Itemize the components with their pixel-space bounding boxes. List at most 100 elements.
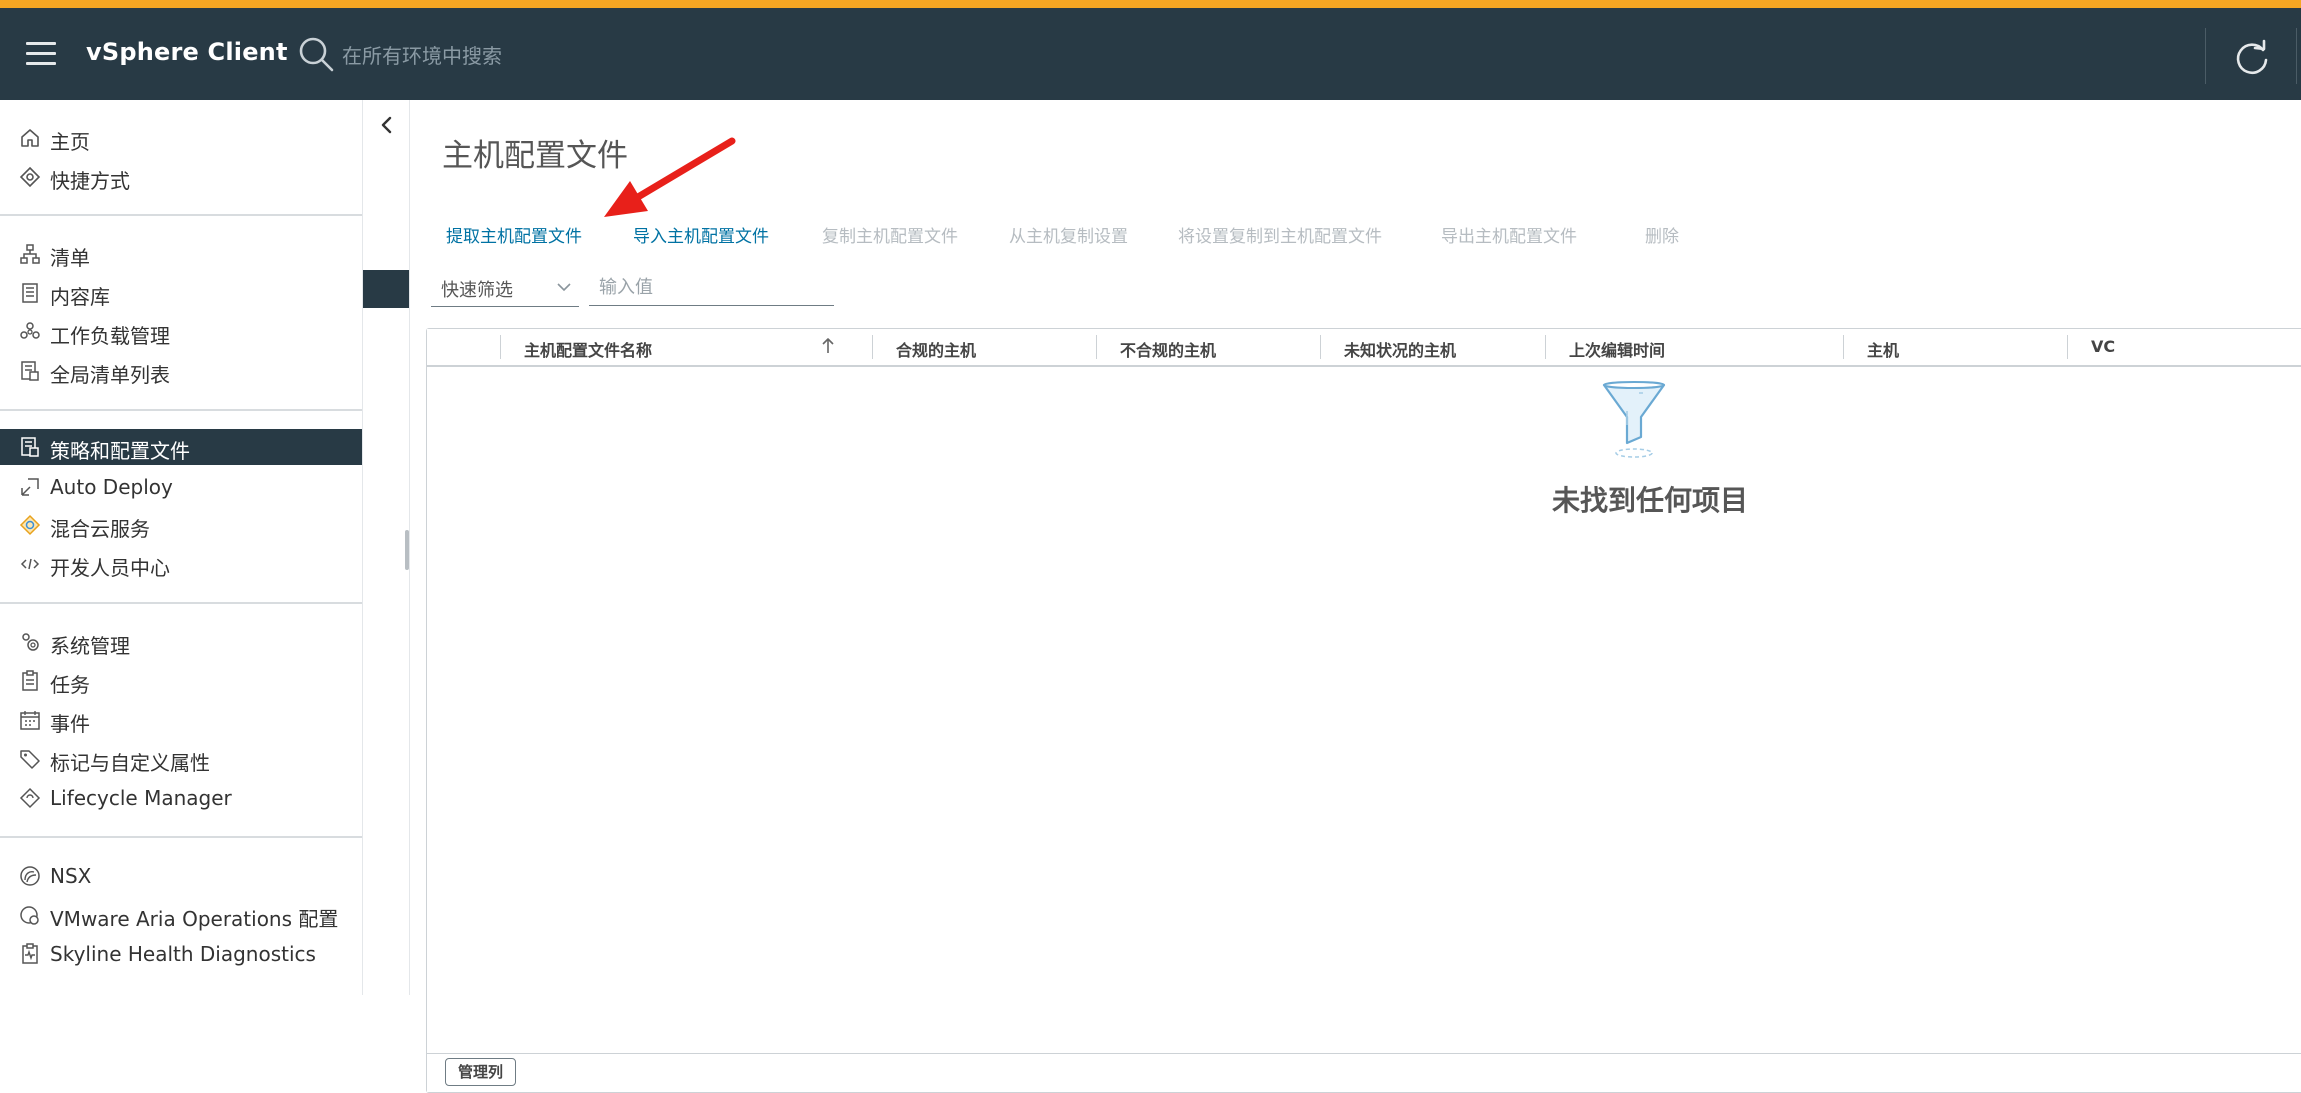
delete-button[interactable]: 删除 [1645, 222, 1679, 247]
column-label: 主机 [1867, 341, 1900, 360]
import-host-profile-button[interactable]: 导入主机配置文件 [633, 222, 769, 247]
inventory-icon [20, 244, 40, 264]
chevron-down-icon [557, 283, 571, 292]
sidebar-item-tags[interactable]: 标记与自定义属性 [0, 741, 362, 777]
tasks-icon [22, 670, 38, 691]
sidebar-item-tasks[interactable]: 任务 [0, 663, 362, 699]
lifecycle-icon [19, 787, 41, 809]
sidebar-item-auto-deploy[interactable]: Auto Deploy [0, 469, 362, 505]
sidebar-item-workload-management[interactable]: 工作负载管理 [0, 314, 362, 350]
column-label: VC [2091, 337, 2116, 356]
column-label: 上次编辑时间 [1569, 341, 1666, 360]
main-content: 主机配置文件 提取主机配置文件 导入主机配置文件 复制主机配置文件 从主机复制设… [409, 100, 2301, 1093]
sidebar-item-label: 策略和配置文件 [50, 439, 190, 463]
home-icon [21, 129, 39, 147]
sidebar-item-label: 清单 [50, 246, 90, 270]
copy-settings-to-profile-button[interactable]: 将设置复制到主机配置文件 [1178, 222, 1382, 247]
sidebar-item-administration[interactable]: 系统管理 [0, 624, 362, 660]
skyline-icon [22, 943, 38, 964]
sidebar-item-events[interactable]: 事件 [0, 702, 362, 738]
duplicate-host-profile-button[interactable]: 复制主机配置文件 [822, 222, 958, 247]
column-separator [1545, 335, 1546, 359]
sidebar-item-content-library[interactable]: 内容库 [0, 275, 362, 311]
sidebar-item-label: 系统管理 [50, 634, 130, 658]
sidebar-collapse-rail [362, 100, 410, 995]
column-separator [1320, 335, 1321, 359]
sidebar-item-policies-profiles[interactable]: 策略和配置文件 [0, 429, 362, 465]
column-separator [2067, 335, 2068, 359]
copy-settings-from-host-button[interactable]: 从主机复制设置 [1009, 222, 1128, 247]
shortcuts-icon [19, 166, 41, 188]
sidebar-item-hybrid-cloud[interactable]: 混合云服务 [0, 507, 362, 543]
sidebar-divider [0, 214, 362, 216]
sort-ascending-icon[interactable] [821, 337, 835, 355]
administration-icon [22, 633, 39, 651]
auto-deploy-icon [21, 478, 39, 496]
column-label: 不合规的主机 [1120, 341, 1217, 360]
global-search-input[interactable]: 在所有环境中搜索 [342, 40, 502, 69]
quick-filter-value: 快速筛选 [441, 280, 513, 301]
sidebar-item-label: 工作负载管理 [50, 324, 170, 348]
header-divider [2296, 28, 2297, 84]
search-icon[interactable] [296, 34, 336, 74]
sidebar-item-nsx[interactable]: NSX [0, 858, 362, 894]
app-header: vSphere Client 在所有环境中搜索 [0, 8, 2301, 100]
tag-icon [20, 750, 40, 769]
sidebar-item-label: 混合云服务 [50, 517, 150, 541]
sidebar-item-label: 开发人员中心 [50, 556, 170, 580]
hybrid-cloud-icon [19, 514, 41, 536]
column-label: 未知状况的主机 [1344, 341, 1457, 360]
page-title: 主机配置文件 [442, 138, 628, 174]
sidebar-divider [0, 836, 362, 838]
sidebar-item-label: 事件 [50, 712, 90, 736]
column-separator [1096, 335, 1097, 359]
sidebar-divider [0, 409, 362, 411]
workload-icon [20, 322, 40, 339]
policies-icon [21, 437, 39, 457]
sidebar-item-label: 全局清单列表 [50, 363, 170, 387]
empty-state-message: 未找到任何项目 [1552, 484, 1749, 517]
sidebar-item-label: 快捷方式 [50, 169, 130, 193]
menu-icon[interactable] [26, 42, 56, 66]
sidebar-item-developer-center[interactable]: 开发人员中心 [0, 546, 362, 582]
header-divider [2205, 28, 2206, 84]
sidebar-item-label: 主页 [50, 130, 90, 154]
table-header: 主机配置文件名称 合规的主机 不合规的主机 未知状况的主机 上次编辑时间 主机 … [427, 329, 2301, 367]
column-label: 主机配置文件名称 [524, 341, 653, 360]
sidebar-item-label: Lifecycle Manager [50, 786, 232, 810]
extract-host-profile-button[interactable]: 提取主机配置文件 [446, 222, 582, 247]
sidebar-item-home[interactable]: 主页 [0, 120, 362, 156]
sidebar-item-global-inventory[interactable]: 全局清单列表 [0, 353, 362, 389]
manage-columns-button[interactable]: 管理列 [445, 1058, 517, 1086]
column-separator [872, 335, 873, 359]
column-label: 合规的主机 [896, 341, 977, 360]
events-icon [20, 711, 40, 730]
table-footer: 管理列 [427, 1053, 2301, 1092]
sidebar-item-inventory[interactable]: 清单 [0, 236, 362, 272]
active-section-marker [363, 270, 409, 308]
sidebar-item-skyline-health[interactable]: Skyline Health Diagnostics [0, 936, 362, 972]
chevron-left-icon[interactable] [375, 110, 399, 140]
sidebar-item-label: 内容库 [50, 285, 110, 309]
code-icon [20, 558, 40, 570]
filter-funnel-icon [1602, 381, 1666, 458]
sidebar-item-label: Skyline Health Diagnostics [50, 942, 316, 966]
sidebar-item-shortcuts[interactable]: 快捷方式 [0, 159, 362, 195]
refresh-icon[interactable] [2232, 38, 2272, 78]
export-host-profile-button[interactable]: 导出主机配置文件 [1441, 222, 1577, 247]
sidebar-divider [0, 602, 362, 604]
nsx-icon [20, 866, 40, 886]
global-inventory-icon [21, 361, 39, 381]
filter-value-input[interactable] [589, 270, 834, 306]
quick-filter-select[interactable]: 快速筛选 [431, 270, 579, 307]
host-profiles-table: 主机配置文件名称 合规的主机 不合规的主机 未知状况的主机 上次编辑时间 主机 … [426, 328, 2301, 1093]
sidebar-item-label: 标记与自定义属性 [50, 751, 210, 775]
sidebar-item-lifecycle-manager[interactable]: Lifecycle Manager [0, 780, 362, 816]
sidebar-item-label: Auto Deploy [50, 475, 173, 499]
aria-icon [20, 906, 39, 925]
sidebar-nav: 主页 快捷方式 清单 内容库 工作负载管理 全局清单列表 策略和配置文件 Aut… [0, 100, 362, 995]
sidebar-item-label: 任务 [50, 673, 90, 697]
column-separator [1843, 335, 1844, 359]
column-separator [500, 335, 501, 359]
sidebar-item-aria-operations[interactable]: VMware Aria Operations 配置 [0, 897, 362, 933]
